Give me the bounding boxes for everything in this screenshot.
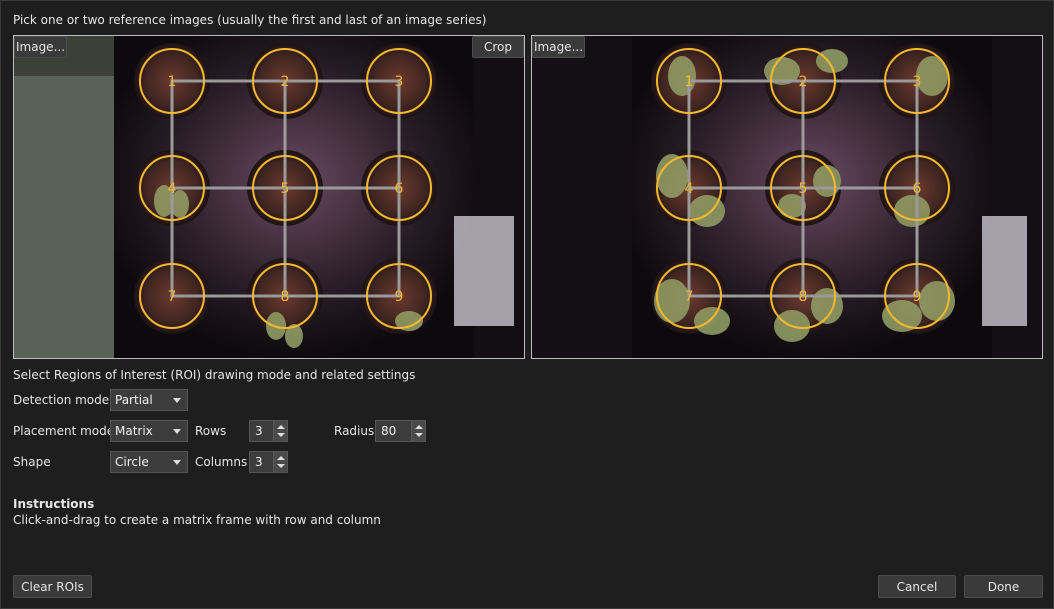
radius-value: 80 — [381, 424, 397, 438]
radius-label: Radius — [334, 424, 375, 438]
shape-select[interactable]: Circle — [110, 451, 188, 473]
shape-label: Shape — [13, 455, 51, 469]
left-roi-label-4: 4 — [168, 181, 177, 197]
plant-tray-image-left: 1 2 3 4 5 6 7 8 9 — [14, 36, 524, 358]
reference-image-panel-right[interactable]: 1 2 3 4 5 6 7 8 9 Image... — [531, 35, 1043, 359]
instructions-text: Click-and-drag to create a matrix frame … — [13, 513, 381, 527]
right-roi-label-2: 2 — [799, 74, 808, 90]
left-roi-label-2: 2 — [281, 74, 290, 90]
rows-stepper[interactable] — [273, 421, 287, 441]
plant-tray-image-right: 1 2 3 4 5 6 7 8 9 — [532, 36, 1042, 358]
right-roi-label-4: 4 — [685, 181, 694, 197]
radius-stepper[interactable] — [411, 421, 425, 441]
rows-spinbox[interactable]: 3 — [249, 420, 288, 442]
left-roi-label-7: 7 — [168, 289, 177, 305]
arrow-down-icon[interactable] — [277, 464, 285, 468]
placement-mode-select[interactable]: Matrix — [110, 420, 188, 442]
columns-label: Columns — [195, 455, 248, 469]
chevron-down-icon — [173, 429, 181, 434]
arrow-down-icon[interactable] — [415, 433, 423, 437]
image-button-left[interactable]: Image... — [14, 36, 67, 58]
settings-title: Select Regions of Interest (ROI) drawing… — [13, 368, 416, 382]
rows-label: Rows — [195, 424, 227, 438]
reference-image-panel-left[interactable]: 1 2 3 4 5 6 7 8 9 Image... Crop — [13, 35, 525, 359]
radius-spinbox[interactable]: 80 — [375, 420, 426, 442]
arrow-up-icon[interactable] — [277, 456, 285, 460]
right-roi-label-6: 6 — [913, 181, 922, 197]
arrow-up-icon[interactable] — [415, 425, 423, 429]
right-roi-label-7: 7 — [685, 289, 694, 305]
clear-rois-button[interactable]: Clear ROIs — [13, 575, 92, 598]
arrow-up-icon[interactable] — [277, 425, 285, 429]
right-roi-label-1: 1 — [685, 74, 694, 90]
done-button[interactable]: Done — [964, 575, 1043, 598]
cancel-button[interactable]: Cancel — [878, 575, 956, 598]
placement-mode-label: Placement mode — [13, 424, 115, 438]
placement-mode-value: Matrix — [115, 424, 153, 438]
right-roi-label-3: 3 — [913, 74, 922, 90]
left-roi-label-3: 3 — [395, 74, 404, 90]
left-roi-label-5: 5 — [281, 181, 290, 197]
left-roi-label-8: 8 — [281, 289, 290, 305]
columns-value: 3 — [255, 455, 263, 469]
left-roi-label-9: 9 — [395, 289, 404, 305]
instructions-title: Instructions — [13, 497, 95, 511]
left-roi-label-6: 6 — [395, 181, 404, 197]
right-roi-label-9: 9 — [913, 289, 922, 305]
image-button-right[interactable]: Image... — [532, 36, 585, 58]
crop-button[interactable]: Crop — [472, 36, 524, 58]
rows-value: 3 — [255, 424, 263, 438]
detection-mode-label: Detection mode — [13, 393, 110, 407]
right-roi-label-8: 8 — [799, 289, 808, 305]
detection-mode-value: Partial — [115, 393, 153, 407]
detection-mode-select[interactable]: Partial — [110, 389, 188, 411]
shape-value: Circle — [115, 455, 149, 469]
chevron-down-icon — [173, 398, 181, 403]
arrow-down-icon[interactable] — [277, 433, 285, 437]
columns-spinbox[interactable]: 3 — [249, 451, 288, 473]
left-roi-label-1: 1 — [168, 74, 177, 90]
columns-stepper[interactable] — [273, 452, 287, 472]
header-instruction: Pick one or two reference images (usuall… — [13, 13, 487, 27]
chevron-down-icon — [173, 460, 181, 465]
roi-dialog: Pick one or two reference images (usuall… — [0, 0, 1054, 609]
right-roi-label-5: 5 — [799, 181, 808, 197]
